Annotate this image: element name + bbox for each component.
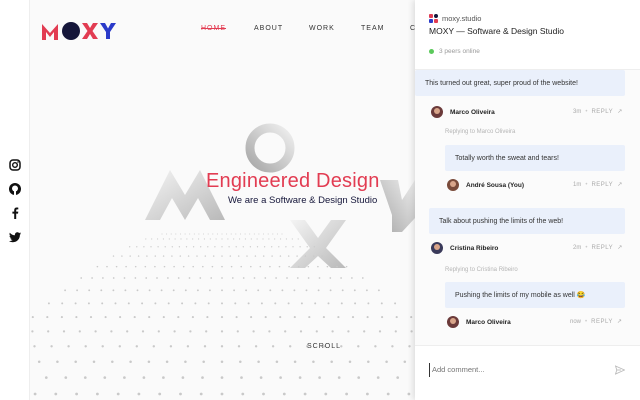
social-sidebar bbox=[0, 0, 30, 400]
nav-about[interactable]: ABOUT bbox=[254, 25, 283, 32]
comment-thread[interactable]: This turned out great, super proud of th… bbox=[415, 70, 640, 345]
comment-author: Marco Oliveira bbox=[431, 106, 495, 118]
comment-time: 3m bbox=[573, 108, 582, 115]
share-icon[interactable]: ↗ bbox=[617, 318, 622, 325]
site-favicon-icon bbox=[429, 14, 438, 23]
reply-button[interactable]: REPLY bbox=[591, 109, 613, 115]
reply-button[interactable]: REPLY bbox=[591, 319, 613, 325]
replying-to-label: Replying to Marco Oliveira bbox=[445, 129, 516, 135]
site-url: moxy.studio bbox=[442, 14, 482, 23]
comment-time: 1m bbox=[573, 181, 582, 188]
comment-author: Marco Oliveira bbox=[447, 316, 511, 328]
scroll-indicator[interactable]: SCROLL bbox=[307, 343, 341, 350]
peers-status: 3 peers online bbox=[429, 48, 626, 55]
reply-button[interactable]: REPLY bbox=[591, 182, 613, 188]
comment-composer bbox=[415, 345, 640, 400]
comment-bubble: Pushing the limits of my mobile as well … bbox=[445, 282, 625, 308]
twitter-icon[interactable] bbox=[8, 230, 22, 244]
comment-text: Totally worth the sweat and tears! bbox=[455, 154, 559, 162]
comment-bubble: Totally worth the sweat and tears! bbox=[445, 145, 625, 171]
avatar bbox=[447, 179, 459, 191]
share-icon[interactable]: ↗ bbox=[617, 244, 622, 251]
panel-header: moxy.studio MOXY — Software & Design Stu… bbox=[415, 0, 640, 70]
instagram-icon[interactable] bbox=[8, 158, 22, 172]
online-dot-icon bbox=[429, 49, 434, 54]
hero-title: Engineered Design bbox=[206, 170, 380, 192]
reply-button[interactable]: REPLY bbox=[591, 245, 613, 251]
share-icon[interactable]: ↗ bbox=[617, 181, 622, 188]
comment-text: Talk about pushing the limits of the web… bbox=[439, 217, 564, 225]
moxy-logo[interactable] bbox=[42, 20, 116, 40]
comment-author: André Sousa (You) bbox=[447, 179, 524, 191]
nav-team[interactable]: TEAM bbox=[361, 25, 384, 32]
avatar bbox=[447, 316, 459, 328]
site-title: MOXY — Software & Design Studio bbox=[429, 26, 564, 36]
peers-online-label: 3 peers online bbox=[439, 48, 480, 55]
nav-work[interactable]: WORK bbox=[309, 25, 335, 32]
share-icon[interactable]: ↗ bbox=[617, 108, 622, 115]
send-icon[interactable] bbox=[615, 365, 625, 375]
github-icon[interactable] bbox=[8, 182, 22, 196]
comment-actions: 2m • REPLY ↗ bbox=[573, 244, 623, 252]
comment-actions: 1m • REPLY ↗ bbox=[573, 181, 623, 189]
avatar bbox=[431, 106, 443, 118]
hero-subtitle: We are a Software & Design Studio bbox=[228, 195, 378, 206]
dot-grid-floor bbox=[31, 233, 413, 396]
facebook-icon[interactable] bbox=[8, 206, 22, 220]
comment-author: Cristina Ribeiro bbox=[431, 242, 498, 254]
comment-time: now bbox=[570, 318, 582, 325]
comment-text: Pushing the limits of my mobile as well … bbox=[455, 292, 586, 299]
replying-to-label: Replying to Cristina Ribeiro bbox=[445, 267, 518, 273]
comment-bubble: Talk about pushing the limits of the web… bbox=[429, 208, 625, 234]
website-preview: HOME ABOUT WORK TEAM C Engineered Design… bbox=[0, 0, 415, 400]
avatar bbox=[431, 242, 443, 254]
comments-panel: moxy.studio MOXY — Software & Design Stu… bbox=[415, 0, 640, 400]
comment-bubble: This turned out great, super proud of th… bbox=[415, 70, 625, 96]
add-comment-input[interactable] bbox=[429, 363, 609, 377]
comment-actions: 3m • REPLY ↗ bbox=[573, 108, 623, 116]
comment-time: 2m bbox=[573, 244, 582, 251]
comment-text: This turned out great, super proud of th… bbox=[425, 79, 578, 87]
nav-home[interactable]: HOME bbox=[201, 25, 226, 32]
comment-actions: now • REPLY ↗ bbox=[570, 318, 622, 326]
